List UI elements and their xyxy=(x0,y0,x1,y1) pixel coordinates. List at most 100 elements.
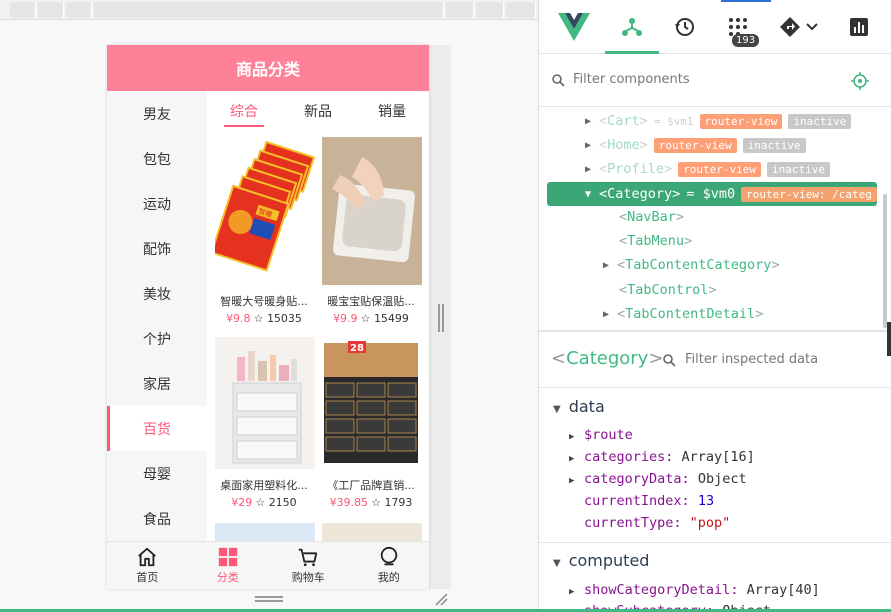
viewport-resize-handle[interactable] xyxy=(438,304,444,332)
home-icon xyxy=(138,547,157,567)
filter-components-input[interactable]: Filter components xyxy=(573,72,690,87)
expand-arrow-icon[interactable]: ▶ xyxy=(569,476,584,486)
goods-price: ¥39.85 xyxy=(329,496,369,509)
tabbar-item-cart[interactable]: 购物车 xyxy=(268,542,349,589)
resize-corner-icon[interactable] xyxy=(434,592,448,606)
menu-item[interactable]: 美妆 xyxy=(107,271,207,316)
tree-node-tabmenu[interactable]: < TabMenu > xyxy=(619,230,692,252)
tree-node-name: TabContentCategory xyxy=(625,257,772,273)
goods-item[interactable]: 桌面家用塑料化... ¥29 ☆ 2150 xyxy=(211,337,317,509)
router-icon[interactable] xyxy=(779,16,801,38)
section-computed[interactable]: ▼ computed xyxy=(553,551,649,570)
menu-item-label: 包包 xyxy=(143,151,171,168)
data-prop[interactable]: ▶ $route xyxy=(569,427,633,443)
section-data[interactable]: ▼ data xyxy=(553,397,605,416)
router-view-chip: router-view xyxy=(678,161,762,177)
menu-item-label: 食品 xyxy=(143,511,171,528)
star-icon: ☆ xyxy=(253,312,264,325)
tab-bar: 首页 分类 购物车 我的 xyxy=(107,541,429,589)
tab-new[interactable]: 新品 xyxy=(281,91,355,131)
expand-arrow-icon[interactable]: ▶ xyxy=(585,140,599,151)
menu-item-label: 母婴 xyxy=(143,466,171,483)
expand-arrow-icon[interactable]: ▶ xyxy=(569,587,584,597)
expand-arrow-icon[interactable]: ▶ xyxy=(603,309,617,320)
tab-label: 销量 xyxy=(378,104,406,120)
expand-arrow-icon[interactable]: ▶ xyxy=(569,454,584,464)
computed-prop[interactable]: ▶ showCategoryDetail: Array[40] xyxy=(569,582,820,598)
event-count-badge: 193 xyxy=(732,34,760,47)
performance-chart-icon[interactable] xyxy=(849,17,869,37)
tabbar-label: 购物车 xyxy=(291,571,325,584)
goods-info: ¥29 ☆ 2150 xyxy=(211,496,317,509)
goods-image xyxy=(215,337,315,469)
tabbar-item-category[interactable]: 分类 xyxy=(188,542,269,589)
tabbar-item-profile[interactable]: 我的 xyxy=(349,542,430,589)
category-menu: 男友 包包 运动 配饰 美妆 个护 家居 百货 母婴 食品 xyxy=(107,91,207,541)
expand-arrow-icon[interactable]: ▶ xyxy=(569,432,584,442)
tree-node-name: Home xyxy=(607,137,640,153)
tree-node-category-selected[interactable]: ▼ < Category > = $vm0 router-view: /categ xyxy=(547,182,877,206)
tree-node-navbar[interactable]: < NavBar > xyxy=(619,206,684,228)
tree-node-name: Profile xyxy=(607,161,665,177)
star-icon: ☆ xyxy=(371,496,381,509)
toolbar-top-marker xyxy=(721,0,771,2)
tree-scrollbar[interactable] xyxy=(883,194,887,328)
goods-item[interactable]: 暖宝宝贴保温贴... ¥9.9 ☆ 15499 xyxy=(318,137,424,325)
prop-key: $route xyxy=(584,427,633,443)
expand-arrow-icon[interactable]: ▶ xyxy=(603,260,617,271)
filter-components-bar[interactable]: Filter components xyxy=(539,55,891,107)
expand-arrow-icon[interactable]: ▶ xyxy=(585,116,599,127)
menu-item[interactable]: 食品 xyxy=(107,496,207,541)
menu-item[interactable]: 母婴 xyxy=(107,451,207,496)
data-prop[interactable]: currentIndex: 13 xyxy=(569,493,714,509)
menu-item[interactable]: 男友 xyxy=(107,91,207,136)
tab-label: 综合 xyxy=(230,104,258,120)
active-tab-indicator xyxy=(605,51,659,54)
tabbar-item-home[interactable]: 首页 xyxy=(107,542,188,589)
tree-node-home[interactable]: ▶ < Home > router-view inactive xyxy=(585,134,806,156)
menu-item[interactable]: 配饰 xyxy=(107,226,207,271)
tree-node-tabcontrol[interactable]: < TabControl > xyxy=(619,279,717,301)
prop-key: currentIndex xyxy=(584,493,682,509)
collapse-arrow-icon[interactable]: ▼ xyxy=(585,189,599,200)
menu-item[interactable]: 个护 xyxy=(107,316,207,361)
prop-key: showCategoryDetail xyxy=(584,582,731,598)
select-target-icon[interactable] xyxy=(851,72,869,90)
menu-item[interactable]: 包包 xyxy=(107,136,207,181)
menu-item[interactable]: 家居 xyxy=(107,361,207,406)
data-prop[interactable]: currentType: "pop" xyxy=(569,515,730,531)
tab-comprehensive[interactable]: 综合 xyxy=(207,91,281,131)
tab-label: 新品 xyxy=(304,104,332,120)
goods-title: 暖宝宝贴保温贴... xyxy=(327,295,415,308)
viewport-resize-handle-bottom[interactable] xyxy=(255,596,283,602)
data-prop[interactable]: ▶ categories: Array[16] xyxy=(569,449,755,465)
menu-item-active[interactable]: 百货 xyxy=(107,406,207,451)
tree-node-cart[interactable]: ▶ < Cart > = $vm1 router-view inactive xyxy=(585,110,852,132)
tree-node-profile[interactable]: ▶ < Profile > router-view inactive xyxy=(585,158,831,180)
tree-node-tabcontentdetail[interactable]: ▶ < TabContentDetail > xyxy=(603,303,763,325)
components-tree-icon[interactable] xyxy=(621,16,643,38)
chevron-down-icon[interactable] xyxy=(805,22,819,32)
goods-image-partial xyxy=(322,523,422,541)
category-icon xyxy=(218,547,237,567)
nav-bar: 商品分类 xyxy=(107,45,429,91)
panel-edge-handle[interactable] xyxy=(887,322,891,356)
inspected-component-name: Category xyxy=(566,348,649,369)
profile-icon xyxy=(380,546,397,566)
tree-node-name: Cart xyxy=(607,113,640,129)
vue-logo-icon xyxy=(558,13,590,41)
goods-item[interactable]: 28 《工厂品牌直销... ¥39.85 ☆ 1793 xyxy=(318,337,424,509)
device-ruler xyxy=(0,0,538,20)
history-icon[interactable] xyxy=(674,16,696,38)
data-prop[interactable]: ▶ categoryData: Object xyxy=(569,471,747,487)
tree-node-name: TabMenu xyxy=(627,233,685,249)
tab-sales[interactable]: 销量 xyxy=(355,91,429,131)
goods-price: ¥9.9 xyxy=(333,312,358,325)
filter-inspected-input[interactable]: Filter inspected data xyxy=(685,352,818,367)
menu-item[interactable]: 运动 xyxy=(107,181,207,226)
menu-item-label: 美妆 xyxy=(143,286,171,303)
component-tree: ▶ < Cart > = $vm1 router-view inactive ▶ <… xyxy=(539,108,885,330)
tree-node-tabcontentcategory[interactable]: ▶ < TabContentCategory > xyxy=(603,254,780,276)
expand-arrow-icon[interactable]: ▶ xyxy=(585,164,599,175)
goods-item[interactable]: 智暖 智暖大号暖身贴... ¥9.8 ☆ 15035 xyxy=(211,137,317,325)
